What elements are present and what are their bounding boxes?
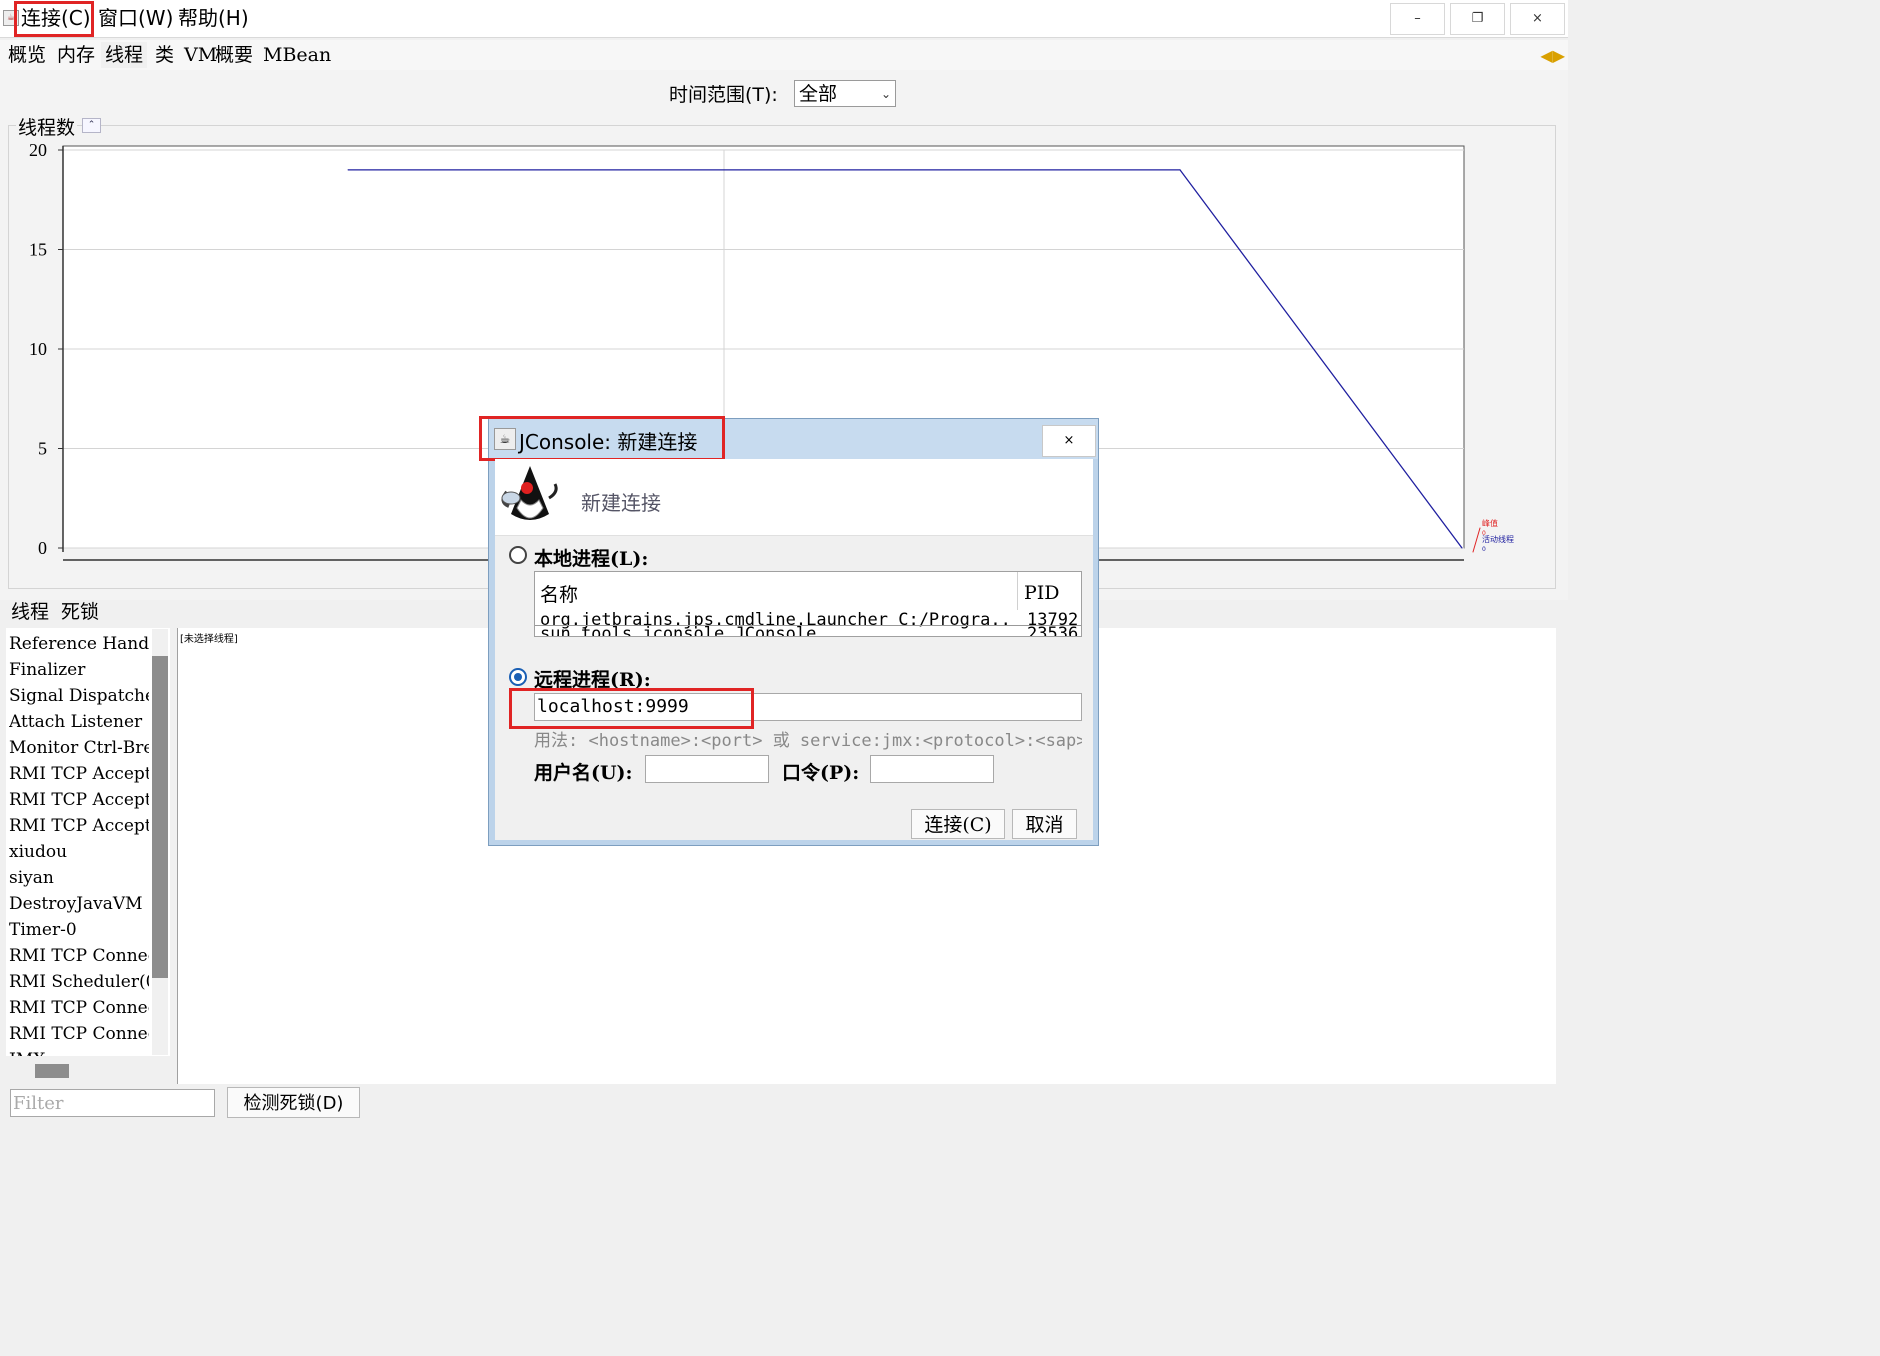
active-threads-point (347, 169, 349, 171)
thread-detail-placeholder: [未选择线程] (180, 634, 238, 645)
legend-active-value: 0 (1482, 546, 1486, 553)
local-process-radio[interactable] (509, 546, 527, 564)
username-label: 用户名(U): (534, 762, 633, 784)
peak-point (1472, 551, 1474, 553)
time-range-label: 时间范围(T): (669, 84, 778, 106)
annotation-highlight-remote-input (509, 688, 754, 729)
peak-point (1479, 527, 1481, 529)
tab-mbean[interactable]: MBean (259, 42, 335, 68)
duke-mascot-icon (501, 466, 558, 520)
thread-list-item[interactable]: RMI TCP Connection (9, 1024, 149, 1044)
active-threads-point (1179, 169, 1181, 171)
y-tick-label: 5 (38, 439, 47, 459)
menu-help[interactable]: 帮助(H) (175, 4, 252, 32)
dialog-close-button[interactable]: × (1042, 425, 1096, 457)
time-range-value: 全部 (799, 83, 838, 105)
legend-active: 活动线程 (1482, 534, 1514, 544)
y-tick-label: 0 (38, 538, 47, 558)
process-row-pid[interactable]: 23536 (1027, 624, 1078, 636)
chart-title: 线程数 (16, 113, 78, 140)
thread-list-item[interactable]: Attach Listener (9, 712, 149, 732)
tab-threads[interactable]: 线程 (101, 42, 148, 68)
minimize-button[interactable]: – (1390, 3, 1445, 35)
restore-button[interactable]: ❐ (1450, 3, 1505, 35)
y-tick-label: 15 (29, 240, 47, 260)
annotation-highlight-dialog-title (479, 416, 725, 461)
local-process-label: 本地进程(L): (534, 548, 649, 570)
thread-list-hscrollbar[interactable] (6, 1061, 170, 1081)
password-input[interactable] (870, 755, 994, 783)
active-threads-point (1461, 547, 1463, 549)
thread-list-item[interactable]: RMI TCP Accept-0 (9, 764, 149, 784)
username-input[interactable] (645, 755, 769, 783)
thread-list-item[interactable]: DestroyJavaVM (9, 894, 149, 914)
tab-overview[interactable]: 概览 (4, 42, 50, 68)
thread-list-item[interactable]: RMI TCP Connection (9, 998, 149, 1018)
legend-peak-value: 0 (1482, 530, 1486, 537)
detect-deadlock-button[interactable]: 检测死锁(D) (227, 1087, 360, 1118)
cancel-button[interactable]: 取消 (1012, 809, 1077, 839)
tab-scroll-arrows-icon[interactable]: ◀▶ (1540, 46, 1565, 65)
legend-peak: 峰值 (1482, 518, 1498, 528)
thread-list-scroll-thumb[interactable] (152, 656, 168, 978)
close-window-button[interactable]: × (1510, 3, 1565, 35)
tab-memory[interactable]: 内存 (53, 42, 99, 68)
thread-list-item[interactable]: RMI TCP Connection (9, 946, 149, 966)
peak-series-line (1472, 527, 1481, 553)
y-tick-label: 20 (29, 140, 47, 160)
tab-summary[interactable]: 概要 (211, 42, 257, 68)
thread-list-item[interactable]: Reference Handler (9, 634, 149, 654)
password-label: 口令(P): (782, 762, 860, 784)
remote-process-radio[interactable] (509, 668, 527, 686)
thread-list-item[interactable]: RMI TCP Accept-0 (9, 816, 149, 836)
pane-splitter[interactable] (170, 628, 178, 1084)
thread-list-item[interactable]: siyan (9, 868, 149, 888)
connect-button[interactable]: 连接(C) (911, 809, 1005, 839)
tab-classes[interactable]: 类 (151, 42, 178, 68)
thread-list-item[interactable]: Monitor Ctrl-Break (9, 738, 149, 758)
time-range-select[interactable]: 全部 ⌄ (794, 80, 896, 107)
y-tick-label: 10 (29, 339, 47, 359)
process-table-header-name[interactable]: 名称 (540, 580, 578, 607)
thread-list[interactable]: Reference Handler Finalizer Signal Dispatc… (6, 628, 170, 1056)
thread-list-item[interactable]: Finalizer (9, 660, 149, 680)
column-divider (1017, 572, 1018, 610)
thread-list-item[interactable]: Timer-0 (9, 920, 149, 940)
tab-deadlock[interactable]: 死锁 (58, 600, 102, 625)
filter-input[interactable]: Filter (10, 1089, 215, 1117)
thread-list-item[interactable]: JMX server connection (9, 1050, 149, 1056)
thread-list-item[interactable]: RMI Scheduler(0) (9, 972, 149, 992)
collapse-chart-icon[interactable]: ⌃ (82, 118, 101, 133)
process-table[interactable]: 名称 PID org.jetbrains.jps.cmdline.Launche… (534, 571, 1082, 637)
dialog-subtitle: 新建连接 (581, 491, 661, 515)
thread-list-item[interactable]: Signal Dispatcher (9, 686, 149, 706)
thread-list-item[interactable]: RMI TCP Accept-9999 (9, 790, 149, 810)
tab-thread-list[interactable]: 线程 (8, 600, 53, 625)
chevron-down-icon: ⌄ (880, 87, 891, 101)
process-table-header-pid[interactable]: PID (1024, 582, 1060, 604)
usage-hint: 用法: <hostname>:<port> 或 service:jmx:<pro… (534, 731, 1082, 751)
thread-list-item[interactable]: xiudou (9, 842, 149, 862)
menu-window[interactable]: 窗口(W) (95, 4, 176, 32)
annotation-highlight-menu (14, 1, 94, 37)
thread-list-hscroll-thumb[interactable] (35, 1064, 69, 1078)
process-row-name[interactable]: sun.tools.jconsole.JConsole (540, 624, 816, 636)
